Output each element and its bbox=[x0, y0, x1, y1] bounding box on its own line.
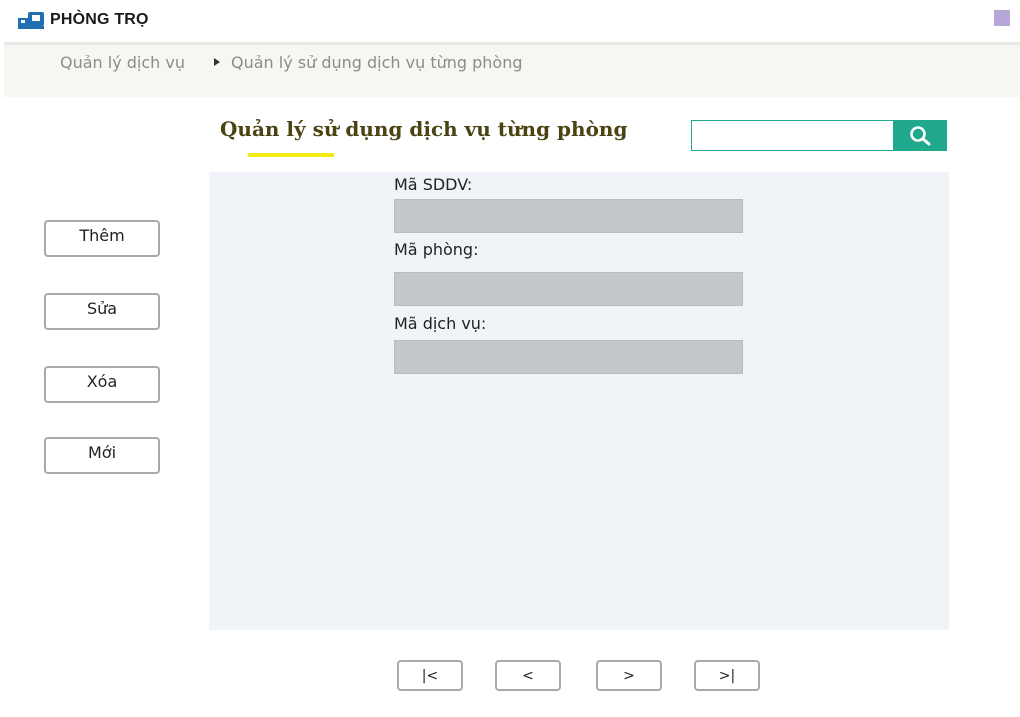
app-logo[interactable]: PHÒNG TRỌ bbox=[18, 10, 149, 30]
search-input[interactable] bbox=[691, 120, 894, 151]
last-page-button[interactable]: >| bbox=[694, 660, 760, 691]
logo-icon bbox=[18, 10, 46, 30]
top-header: PHÒNG TRỌ bbox=[0, 0, 1020, 42]
room-id-label: Mã phòng: bbox=[394, 240, 479, 259]
new-button[interactable]: Mới bbox=[44, 437, 160, 474]
service-id-field[interactable] bbox=[394, 340, 743, 374]
form-panel bbox=[209, 172, 949, 630]
title-underline bbox=[248, 153, 334, 157]
logo-text: PHÒNG TRỌ bbox=[50, 11, 149, 28]
breadcrumb-item-current: Quản lý sử dụng dịch vụ từng phòng bbox=[231, 53, 523, 72]
prev-page-button[interactable]: < bbox=[495, 660, 561, 691]
room-id-field[interactable] bbox=[394, 272, 743, 306]
breadcrumb-item-services[interactable]: Quản lý dịch vụ bbox=[60, 53, 185, 72]
sddv-field[interactable] bbox=[394, 199, 743, 233]
page-title: Quản lý sử dụng dịch vụ từng phòng bbox=[220, 117, 628, 141]
delete-button[interactable]: Xóa bbox=[44, 366, 160, 403]
search-button[interactable] bbox=[893, 120, 947, 151]
sddv-label: Mã SDDV: bbox=[394, 175, 473, 194]
service-id-label: Mã dịch vụ: bbox=[394, 314, 487, 333]
add-button[interactable]: Thêm bbox=[44, 220, 160, 257]
first-page-button[interactable]: |< bbox=[397, 660, 463, 691]
search-icon bbox=[910, 125, 931, 145]
edit-button[interactable]: Sửa bbox=[44, 293, 160, 330]
next-page-button[interactable]: > bbox=[596, 660, 662, 691]
menu-square-icon[interactable] bbox=[994, 10, 1010, 26]
breadcrumb-arrow-icon bbox=[214, 58, 220, 66]
